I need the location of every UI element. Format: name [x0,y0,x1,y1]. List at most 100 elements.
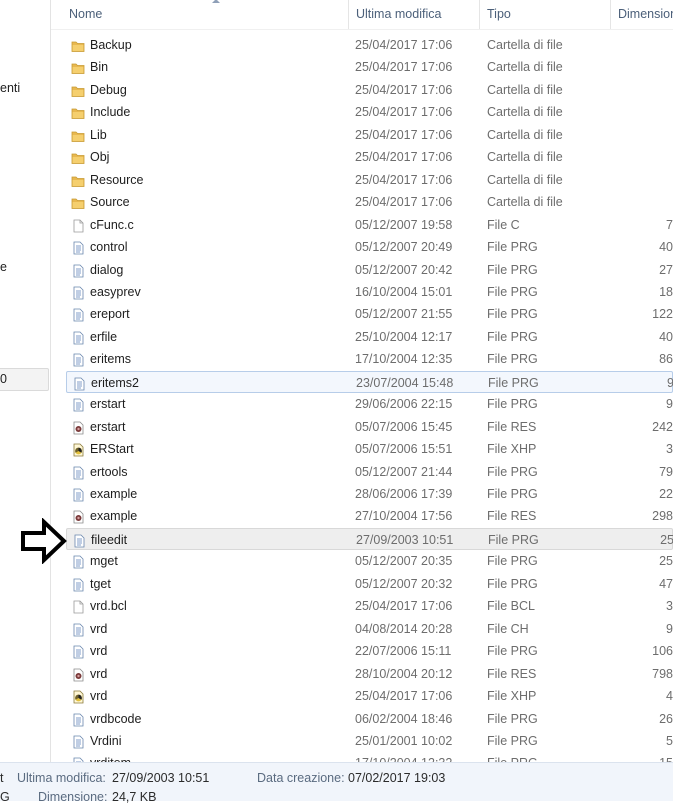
file-row[interactable]: Include 25/04/2017 17:06 Cartella di file [66,101,673,123]
file-row[interactable]: mget 05/12/2007 20:35 File PRG 25 [66,550,673,572]
file-type: File PRG [487,711,538,726]
file-name: fileedit [91,532,128,547]
file-size: 298 [652,509,673,524]
column-size-label: Dimensione [618,7,673,21]
file-row[interactable]: Lib 25/04/2017 17:06 Cartella di file [66,124,673,146]
file-row[interactable]: vrd 28/10/2004 20:12 File RES 798 [66,663,673,685]
nav-item-selected[interactable]: 0 [0,368,49,391]
file-modified: 25/04/2017 17:06 [355,82,453,97]
column-type-label: Tipo [487,7,511,21]
file-modified: 22/07/2006 15:11 [355,644,452,659]
file-type: File PRG [487,464,538,479]
file-row[interactable]: example 27/10/2004 17:56 File RES 298 [66,505,673,527]
file-modified: 05/12/2007 20:35 [355,554,453,569]
file-row[interactable]: vrditem 17/10/2004 12:32 File PRG 15 [66,752,673,762]
res-file-icon [71,667,85,681]
text-file-icon [71,487,85,502]
file-modified: 04/08/2014 20:28 [355,621,453,636]
file-name: dialog [90,262,124,277]
file-row[interactable]: control 05/12/2007 20:49 File PRG 40 [66,236,673,258]
file-name: Resource [90,172,144,187]
file-type: Cartella di file [487,195,563,210]
file-name: Backup [90,38,132,52]
file-name: tget [90,576,111,591]
column-type[interactable]: Tipo [480,0,611,29]
file-row[interactable]: ertools 05/12/2007 21:44 File PRG 79 [66,461,673,483]
file-row[interactable]: Debug 25/04/2017 17:06 Cartella di file [66,79,673,101]
column-name[interactable]: Nome [62,0,349,29]
file-row[interactable]: dialog 05/12/2007 20:42 File PRG 27 [66,259,673,281]
file-name: erstart [90,419,126,434]
file-row[interactable]: vrd.bcl 25/04/2017 17:06 File BCL 3 [66,595,673,617]
file-name: vrd [90,666,108,681]
file-size: 9 [666,397,673,412]
file-modified: 28/06/2006 17:39 [355,487,453,501]
file-size: 7 [666,217,673,232]
file-type: File PRG [487,733,538,748]
file-size: 22 [659,487,673,501]
file-modified: 25/04/2017 17:06 [355,599,453,614]
file-name: vrd [90,644,108,659]
file-row[interactable]: vrd 04/08/2014 20:28 File CH 9 [66,618,673,640]
file-row[interactable]: vrdbcode 06/02/2004 18:46 File PRG 26 [66,708,673,730]
file-type: File PRG [487,644,538,659]
file-size: 798 [652,666,673,681]
file-size: 4 [666,689,673,704]
file-type: File RES [487,419,537,434]
file-row[interactable]: erstart 05/07/2006 15:45 File RES 242 [66,416,673,438]
created-label: Data creazione: [257,771,345,785]
file-modified: 28/10/2004 20:12 [355,666,453,681]
blank-file-icon [71,218,85,232]
file-row[interactable]: vrd 22/07/2006 15:11 File PRG 106 [66,640,673,662]
column-size[interactable]: Dimensione [611,0,673,29]
file-row[interactable]: Obj 25/04/2017 17:06 Cartella di file [66,146,673,168]
file-row[interactable]: Bin 25/04/2017 17:06 Cartella di file [66,56,673,78]
file-name: Vrdini [90,733,122,748]
file-type: File XHP [487,689,537,704]
file-type: File BCL [487,599,535,614]
file-type: File RES [487,509,537,524]
file-size: 26 [659,711,673,726]
nav-item-fragment[interactable]: enti [0,81,20,95]
file-row[interactable]: erstart 29/06/2006 22:15 File PRG 9 [66,393,673,415]
file-row[interactable]: eritems 17/10/2004 12:35 File PRG 86 [66,348,673,370]
file-row[interactable]: erfile 25/10/2004 12:17 File PRG 40 [66,326,673,348]
text-file-icon [72,533,86,548]
file-name: example [90,509,138,524]
file-name: ereport [90,307,130,322]
file-row[interactable]: vrd 25/04/2017 17:06 File XHP 4 [66,685,673,707]
column-modified[interactable]: Ultima modifica [349,0,480,29]
file-row[interactable]: ERStart 05/07/2006 15:51 File XHP 3 [66,438,673,460]
file-modified: 25/04/2017 17:06 [355,689,453,704]
file-modified: 17/10/2004 12:35 [355,352,453,367]
file-name: erfile [90,329,118,344]
text-file-icon [71,644,85,659]
file-row[interactable]: Source 25/04/2017 17:06 Cartella di file [66,191,673,213]
file-row[interactable]: cFunc.c 05/12/2007 19:58 File C 7 [66,214,673,236]
file-row[interactable]: Resource 25/04/2017 17:06 Cartella di file [66,169,673,191]
file-row[interactable]: easyprev 16/10/2004 15:01 File PRG 18 [66,281,673,303]
file-row[interactable]: Backup 25/04/2017 17:06 Cartella di file [66,34,673,56]
navigation-pane[interactable]: enti e 0 [0,0,51,762]
text-file-icon [71,397,85,412]
column-header: Nome Ultima modifica Tipo Dimensione [51,0,673,30]
file-name: cFunc.c [90,217,134,232]
file-name: vrdbcode [90,711,142,726]
file-row[interactable]: Vrdini 25/01/2001 10:02 File PRG 5 [66,730,673,752]
file-row[interactable]: tget 05/12/2007 20:32 File PRG 47 [66,573,673,595]
file-modified: 06/02/2004 18:46 [355,711,453,726]
file-row[interactable]: eritems2 23/07/2004 15:48 File PRG 9 [66,370,673,393]
file-modified: 27/09/2003 10:51 [356,532,454,547]
file-name: Source [90,195,130,210]
nav-item-fragment[interactable]: e [0,260,7,274]
file-modified: 05/12/2007 19:58 [355,217,453,232]
sort-ascending-icon [212,0,220,3]
file-row-selected[interactable]: fileedit 27/09/2003 10:51 File PRG 25 [66,527,673,550]
file-modified: 25/04/2017 17:06 [355,60,453,75]
file-modified: 27/10/2004 17:56 [355,509,453,524]
modified-label: Ultima modifica: [17,771,106,785]
file-modified: 17/10/2004 12:32 [355,752,481,762]
file-row[interactable]: example 28/06/2006 17:39 File PRG 22 [66,483,673,505]
file-list[interactable]: Backup 25/04/2017 17:06 Cartella di file Bi… [51,34,673,762]
file-row[interactable]: ereport 05/12/2007 21:55 File PRG 122 [66,303,673,325]
